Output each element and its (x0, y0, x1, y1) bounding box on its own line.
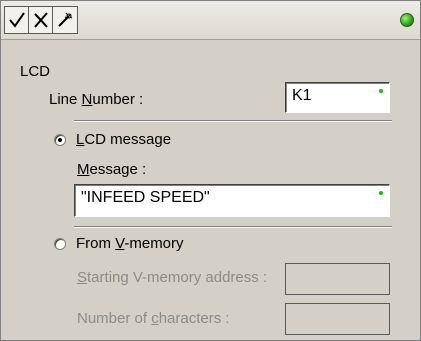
cancel-button[interactable] (29, 7, 53, 33)
start-address-label: Starting V-memory address : (77, 269, 268, 286)
check-icon (8, 12, 25, 28)
vmemory-label[interactable]: From V-memory (76, 235, 184, 252)
line-number-label: Line Number : (49, 91, 144, 108)
wand-icon (58, 12, 73, 27)
valid-indicator-dot (379, 191, 383, 195)
section-title: LCD (20, 63, 51, 80)
num-chars-input[interactable] (285, 303, 390, 335)
num-chars-label: Number of characters : (77, 310, 230, 327)
toolbar-button-group (4, 6, 78, 34)
valid-indicator-dot (379, 89, 383, 93)
lcd-message-radio[interactable] (54, 134, 66, 146)
line-number-input[interactable]: K1 (285, 82, 390, 113)
message-label: Message : (77, 161, 147, 178)
vmemory-radio[interactable] (54, 238, 66, 250)
x-icon (33, 12, 48, 28)
line-number-value: K1 (292, 87, 312, 104)
lcd-instruction-dialog: LCD Line Number : K1 LCD message Message… (0, 0, 421, 341)
message-value: "INFEED SPEED" (81, 189, 210, 206)
separator (74, 226, 392, 228)
message-input[interactable]: "INFEED SPEED" (74, 184, 390, 217)
start-address-input[interactable] (285, 263, 390, 295)
help-button[interactable] (53, 7, 77, 33)
toolbar (1, 1, 420, 40)
radio-selected-dot (58, 138, 62, 142)
status-indicator-light (400, 13, 414, 27)
separator (74, 120, 392, 122)
lcd-message-label[interactable]: LCD message (76, 131, 171, 148)
accept-button[interactable] (5, 7, 29, 33)
